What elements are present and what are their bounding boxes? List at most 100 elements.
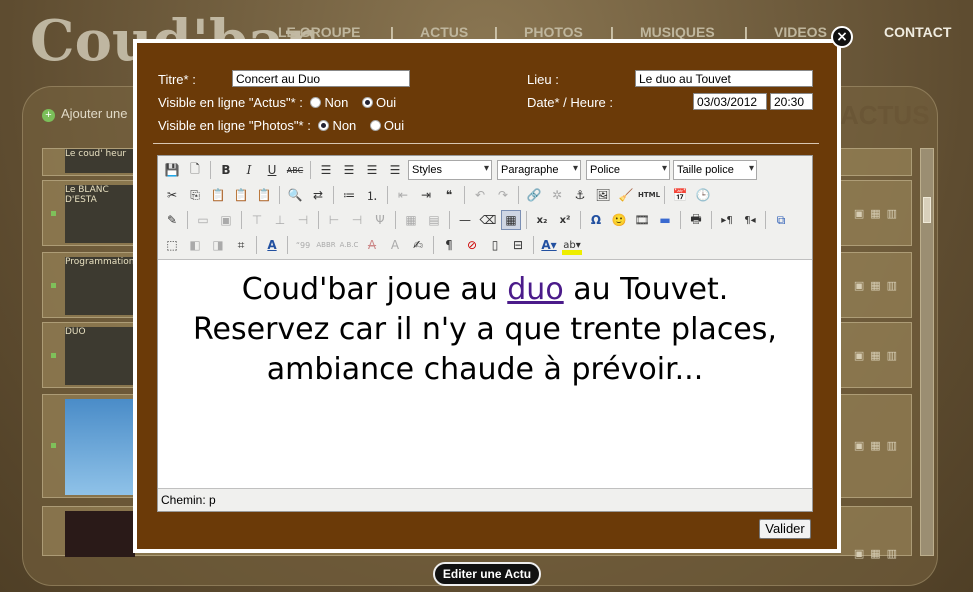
row-actions[interactable]: ▣▦▥ bbox=[854, 349, 903, 362]
edit-actu-button[interactable]: Editer une Actu bbox=[433, 562, 541, 586]
new-document-icon[interactable]: 🗋 bbox=[185, 160, 205, 180]
copy-icon[interactable]: ⎘ bbox=[185, 185, 205, 205]
insert-col-after-icon[interactable]: ⊣ bbox=[347, 210, 367, 230]
bullet-list-icon[interactable]: ≔ bbox=[339, 185, 359, 205]
paste-icon[interactable]: 📋 bbox=[208, 185, 228, 205]
strikethrough-button[interactable]: ABC bbox=[285, 160, 305, 180]
align-justify-icon[interactable]: ☰ bbox=[385, 160, 405, 180]
align-right-icon[interactable]: ☰ bbox=[362, 160, 382, 180]
close-icon[interactable]: × bbox=[831, 26, 853, 48]
visual-aid-icon[interactable]: ▦ bbox=[501, 210, 521, 230]
submit-button[interactable]: Valider bbox=[759, 519, 811, 539]
absolute-position-icon[interactable]: ⌗ bbox=[231, 235, 251, 255]
cite-icon[interactable]: “99 bbox=[293, 235, 313, 255]
insert-time-icon[interactable]: 🕒 bbox=[693, 185, 713, 205]
link-icon[interactable]: 🔗 bbox=[524, 185, 544, 205]
numbered-list-icon[interactable]: ⒈ bbox=[362, 185, 382, 205]
delete-row-icon[interactable]: ⊣ bbox=[293, 210, 313, 230]
media-icon[interactable]: 🎞 bbox=[632, 210, 652, 230]
remove-format-icon[interactable]: ⌫ bbox=[478, 210, 498, 230]
unlink-icon[interactable]: ✲ bbox=[547, 185, 567, 205]
image-icon[interactable]: 🖼 bbox=[593, 185, 613, 205]
advanced-hr-icon[interactable]: ▬ bbox=[655, 210, 675, 230]
delete-col-icon[interactable]: Ψ bbox=[370, 210, 390, 230]
title-input[interactable]: Concert au Duo bbox=[232, 70, 410, 87]
insert-col-before-icon[interactable]: ⊢ bbox=[324, 210, 344, 230]
list-scrollbar[interactable] bbox=[920, 148, 934, 556]
format-select[interactable]: Paragraphe bbox=[497, 160, 581, 180]
paste-word-icon[interactable]: 📋 bbox=[254, 185, 274, 205]
time-input[interactable]: 20:30 bbox=[770, 93, 813, 110]
cleanup-icon[interactable]: 🧹 bbox=[616, 185, 636, 205]
table-row-props-icon[interactable]: ▭ bbox=[193, 210, 213, 230]
highlight-color-icon[interactable]: ab▾ bbox=[562, 235, 582, 255]
paste-text-icon[interactable]: 📋 bbox=[231, 185, 251, 205]
nav-contact[interactable]: CONTACT bbox=[884, 24, 951, 40]
acronym-icon[interactable]: A.B.C bbox=[339, 235, 359, 255]
edit-icon[interactable]: ✎ bbox=[162, 210, 182, 230]
lieu-input[interactable]: Le duo au Touvet bbox=[635, 70, 813, 87]
insert-row-before-icon[interactable]: ⊤ bbox=[247, 210, 267, 230]
ltr-icon[interactable]: ▸¶ bbox=[717, 210, 737, 230]
table-cell-props-icon[interactable]: ▣ bbox=[216, 210, 236, 230]
row-actions[interactable]: ▣▦▥ bbox=[854, 279, 903, 292]
pagebreak-icon[interactable]: ⊟ bbox=[508, 235, 528, 255]
style-props-icon[interactable]: A bbox=[262, 235, 282, 255]
row-actions[interactable]: ▣▦▥ bbox=[854, 547, 903, 560]
redo-icon[interactable]: ↷ bbox=[493, 185, 513, 205]
blockquote-icon[interactable]: ❝ bbox=[439, 185, 459, 205]
visible-actus-oui-radio[interactable] bbox=[361, 97, 373, 108]
html-source-icon[interactable]: HTML bbox=[638, 185, 660, 205]
subscript-icon[interactable]: x₂ bbox=[532, 210, 552, 230]
superscript-icon[interactable]: x² bbox=[555, 210, 575, 230]
editor-content[interactable]: Coud'bar joue au duo au Touvet. Reservez… bbox=[158, 260, 812, 488]
font-select[interactable]: Police bbox=[586, 160, 670, 180]
nav-videos[interactable]: VIDEOS bbox=[774, 24, 827, 40]
insert-row-after-icon[interactable]: ⊥ bbox=[270, 210, 290, 230]
visible-actus-non-radio[interactable] bbox=[310, 97, 322, 108]
attributes-icon[interactable]: ✍ bbox=[408, 235, 428, 255]
nav-le-groupe[interactable]: LE GROUPE bbox=[278, 24, 360, 40]
move-backward-icon[interactable]: ◨ bbox=[208, 235, 228, 255]
anchor-icon[interactable]: ⚓ bbox=[570, 185, 590, 205]
undo-icon[interactable]: ↶ bbox=[470, 185, 490, 205]
scrollbar-thumb[interactable] bbox=[923, 197, 931, 223]
duo-link[interactable]: duo bbox=[507, 272, 563, 307]
move-forward-icon[interactable]: ◧ bbox=[185, 235, 205, 255]
underline-button[interactable]: U bbox=[262, 160, 282, 180]
italic-button[interactable]: I bbox=[239, 160, 259, 180]
ins-icon[interactable]: A bbox=[385, 235, 405, 255]
nav-photos[interactable]: PHOTOS bbox=[524, 24, 583, 40]
show-blocks-icon[interactable]: ¶ bbox=[439, 235, 459, 255]
outdent-icon[interactable]: ⇤ bbox=[393, 185, 413, 205]
visible-photos-non-radio[interactable] bbox=[318, 120, 330, 131]
date-input[interactable]: 03/03/2012 bbox=[693, 93, 767, 110]
row-actions[interactable]: ▣▦▥ bbox=[854, 439, 903, 452]
nav-actus[interactable]: ACTUS bbox=[420, 24, 468, 40]
replace-icon[interactable]: ⇄ bbox=[308, 185, 328, 205]
nav-musiques[interactable]: MUSIQUES bbox=[640, 24, 715, 40]
insert-layer-icon[interactable]: ⬚ bbox=[162, 235, 182, 255]
indent-icon[interactable]: ⇥ bbox=[416, 185, 436, 205]
fullscreen-icon[interactable]: ⧉ bbox=[771, 210, 791, 230]
visible-photos-oui-radio[interactable] bbox=[369, 120, 381, 131]
del-icon[interactable]: A bbox=[362, 235, 382, 255]
horizontal-rule-icon[interactable]: — bbox=[455, 210, 475, 230]
merge-cells-icon[interactable]: ▤ bbox=[424, 210, 444, 230]
cut-icon[interactable]: ✂ bbox=[162, 185, 182, 205]
nonbreaking-icon[interactable]: ⊘ bbox=[462, 235, 482, 255]
emoticon-icon[interactable]: 🙂 bbox=[609, 210, 629, 230]
abbr-icon[interactable]: ABBR bbox=[316, 235, 336, 255]
special-char-icon[interactable]: Ω bbox=[586, 210, 606, 230]
print-icon[interactable]: 🖶 bbox=[686, 210, 706, 230]
template-icon[interactable]: ▯ bbox=[485, 235, 505, 255]
align-left-icon[interactable]: ☰ bbox=[316, 160, 336, 180]
row-actions[interactable]: ▣▦▥ bbox=[854, 207, 903, 220]
text-color-icon[interactable]: A▾ bbox=[539, 235, 559, 255]
add-actu-button[interactable]: + Ajouter une bbox=[42, 106, 128, 122]
save-icon[interactable]: 💾 bbox=[162, 160, 182, 180]
insert-date-icon[interactable]: 📅 bbox=[670, 185, 690, 205]
find-icon[interactable]: 🔍 bbox=[285, 185, 305, 205]
font-size-select[interactable]: Taille police bbox=[673, 160, 757, 180]
align-center-icon[interactable]: ☰ bbox=[339, 160, 359, 180]
